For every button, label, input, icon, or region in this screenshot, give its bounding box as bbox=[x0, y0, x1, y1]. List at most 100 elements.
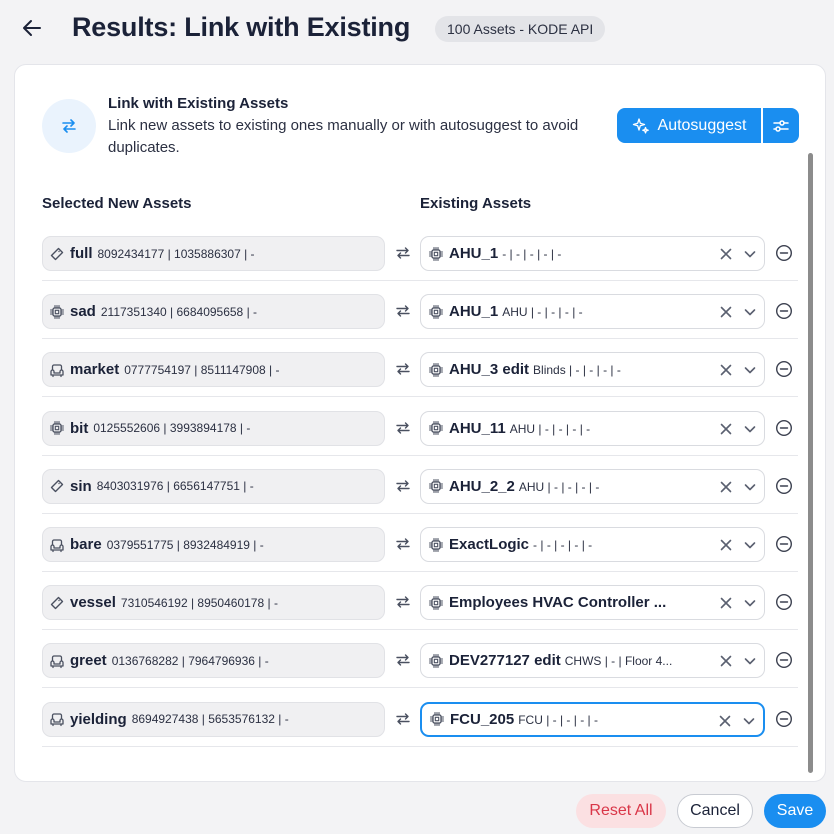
scrollbar-thumb[interactable] bbox=[808, 153, 813, 773]
remove-row-icon[interactable] bbox=[775, 244, 793, 262]
asset-link-row: vessel 7310546192 | 8950460178 | - Employe… bbox=[42, 572, 798, 631]
reset-all-button[interactable]: Reset All bbox=[576, 794, 666, 828]
clear-selection-icon[interactable] bbox=[718, 537, 734, 553]
chip-icon bbox=[427, 303, 445, 321]
new-asset-pill: sin 8403031976 | 6656147751 | - bbox=[42, 468, 385, 504]
chip-icon bbox=[427, 419, 445, 437]
new-asset-name: vessel bbox=[70, 594, 116, 612]
existing-asset-select[interactable]: DEV277127 edit CHWS | - | Floor 4... bbox=[420, 643, 765, 679]
swap-arrows-icon bbox=[393, 359, 413, 379]
existing-asset-select[interactable]: AHU_2_2 AHU | - | - | - | - bbox=[420, 468, 765, 504]
chevron-down-icon[interactable] bbox=[742, 362, 758, 378]
couch-icon bbox=[48, 536, 66, 554]
clear-selection-icon[interactable] bbox=[718, 595, 734, 611]
new-asset-meta: 0379551775 | 8932484919 | - bbox=[106, 537, 264, 552]
new-asset-pill: full 8092434177 | 1035886307 | - bbox=[42, 236, 385, 271]
remove-row-icon[interactable] bbox=[775, 593, 793, 611]
chip-icon bbox=[427, 245, 445, 263]
new-asset-name: market bbox=[70, 361, 120, 379]
chevron-down-icon[interactable] bbox=[742, 537, 758, 553]
link-swap-icon bbox=[42, 99, 96, 153]
existing-asset-select[interactable]: Employees HVAC Controller ... bbox=[420, 585, 765, 621]
new-asset-meta: 0136768282 | 7964796936 | - bbox=[111, 653, 269, 668]
chevron-down-icon[interactable] bbox=[742, 304, 758, 320]
existing-asset-name: AHU_11 bbox=[449, 419, 506, 437]
existing-asset-name: Employees HVAC Controller ... bbox=[449, 594, 667, 612]
save-button[interactable]: Save bbox=[764, 794, 826, 828]
new-asset-pill: sad 2117351340 | 6684095658 | - bbox=[42, 294, 385, 330]
page-header: Results: Link with Existing 100 Assets -… bbox=[0, 0, 834, 60]
clear-selection-icon[interactable] bbox=[717, 713, 733, 729]
column-header-new-assets: Selected New Assets bbox=[42, 195, 192, 212]
clear-selection-icon[interactable] bbox=[718, 362, 734, 378]
swap-arrows-icon bbox=[393, 301, 413, 321]
autosuggest-label: Autosuggest bbox=[657, 116, 747, 134]
remove-row-icon[interactable] bbox=[775, 419, 793, 437]
new-asset-name: full bbox=[70, 245, 93, 262]
remove-row-icon[interactable] bbox=[775, 651, 793, 669]
chip-icon bbox=[428, 710, 446, 728]
clear-selection-icon[interactable] bbox=[718, 653, 734, 669]
new-asset-meta: 7310546192 | 8950460178 | - bbox=[120, 595, 278, 610]
tag-icon bbox=[48, 477, 66, 495]
link-panel: Link with Existing Assets Link new asset… bbox=[14, 64, 826, 782]
remove-row-icon[interactable] bbox=[775, 535, 793, 553]
asset-link-row: bit 0125552606 | 3993894178 | - AHU_11 AHU … bbox=[42, 398, 798, 456]
new-asset-pill: vessel 7310546192 | 8950460178 | - bbox=[42, 585, 385, 621]
remove-row-icon[interactable] bbox=[775, 360, 793, 378]
swap-arrows-icon bbox=[393, 650, 413, 670]
existing-asset-select[interactable]: AHU_11 AHU | - | - | - | - bbox=[420, 410, 765, 446]
existing-asset-select[interactable]: FCU_205 FCU | - | - | - | - bbox=[420, 701, 765, 737]
remove-row-icon[interactable] bbox=[775, 302, 793, 320]
asset-link-row: greet 0136768282 | 7964796936 | - DEV27712… bbox=[42, 630, 798, 689]
asset-link-row: bare 0379551775 | 8932484919 | - ExactLogi… bbox=[42, 514, 798, 572]
existing-asset-name: AHU_1 bbox=[449, 303, 499, 321]
new-asset-name: bit bbox=[70, 419, 89, 437]
existing-asset-select[interactable]: AHU_1- | - | - | - | - bbox=[420, 236, 765, 271]
new-asset-pill: bit 0125552606 | 3993894178 | - bbox=[42, 410, 385, 446]
new-asset-name: sad bbox=[70, 303, 96, 321]
swap-arrows-icon bbox=[393, 418, 413, 438]
sparkle-icon bbox=[632, 117, 649, 134]
existing-asset-meta: CHWS | - | Floor 4... bbox=[564, 654, 673, 669]
clear-selection-icon[interactable] bbox=[718, 246, 734, 262]
swap-arrows-icon bbox=[393, 709, 413, 729]
new-asset-pill: bare 0379551775 | 8932484919 | - bbox=[42, 527, 385, 562]
couch-icon bbox=[48, 652, 66, 670]
remove-row-icon[interactable] bbox=[775, 477, 793, 495]
chevron-down-icon[interactable] bbox=[742, 421, 758, 437]
asset-link-row: full 8092434177 | 1035886307 | - AHU_1- | … bbox=[42, 223, 798, 281]
autosuggest-button[interactable]: Autosuggest bbox=[617, 108, 761, 143]
new-asset-name: yielding bbox=[70, 710, 127, 728]
swap-arrows-icon bbox=[393, 534, 413, 554]
intro-description: Link new assets to existing ones manuall… bbox=[108, 117, 579, 156]
autosuggest-settings-button[interactable] bbox=[763, 108, 799, 143]
chip-icon bbox=[427, 594, 445, 612]
tag-icon bbox=[48, 245, 66, 263]
chevron-down-icon[interactable] bbox=[742, 595, 758, 611]
chip-icon bbox=[427, 536, 445, 554]
existing-asset-meta: AHU | - | - | - | - bbox=[509, 421, 591, 436]
chevron-down-icon[interactable] bbox=[742, 653, 758, 669]
swap-arrows-icon bbox=[393, 243, 413, 263]
clear-selection-icon[interactable] bbox=[718, 304, 734, 320]
clear-selection-icon[interactable] bbox=[718, 421, 734, 437]
chevron-down-icon[interactable] bbox=[742, 479, 758, 495]
asset-link-row: yielding 8694927438 | 5653576132 | - FCU_2… bbox=[42, 689, 798, 747]
clear-selection-icon[interactable] bbox=[718, 479, 734, 495]
back-arrow-icon[interactable] bbox=[20, 16, 44, 40]
asset-link-row: market 0777754197 | 8511147908 | - AHU_3 e… bbox=[42, 339, 798, 398]
chevron-down-icon[interactable] bbox=[742, 246, 758, 262]
cancel-button[interactable]: Cancel bbox=[677, 794, 753, 828]
existing-asset-name: DEV277127 edit bbox=[449, 652, 561, 670]
existing-asset-select[interactable]: ExactLogic - | - | - | - | - bbox=[420, 527, 765, 562]
new-asset-pill: greet 0136768282 | 7964796936 | - bbox=[42, 643, 385, 679]
new-asset-meta: 8403031976 | 6656147751 | - bbox=[96, 479, 254, 494]
new-asset-meta: 0125552606 | 3993894178 | - bbox=[93, 421, 251, 436]
new-asset-meta: 8092434177 | 1035886307 | - bbox=[97, 246, 255, 261]
existing-asset-select[interactable]: AHU_1 AHU | - | - | - | - bbox=[420, 294, 765, 330]
chevron-down-icon[interactable] bbox=[741, 713, 757, 729]
swap-arrows-icon bbox=[393, 476, 413, 496]
existing-asset-select[interactable]: AHU_3 edit Blinds | - | - | - | - bbox=[420, 352, 765, 388]
remove-row-icon[interactable] bbox=[775, 710, 793, 728]
